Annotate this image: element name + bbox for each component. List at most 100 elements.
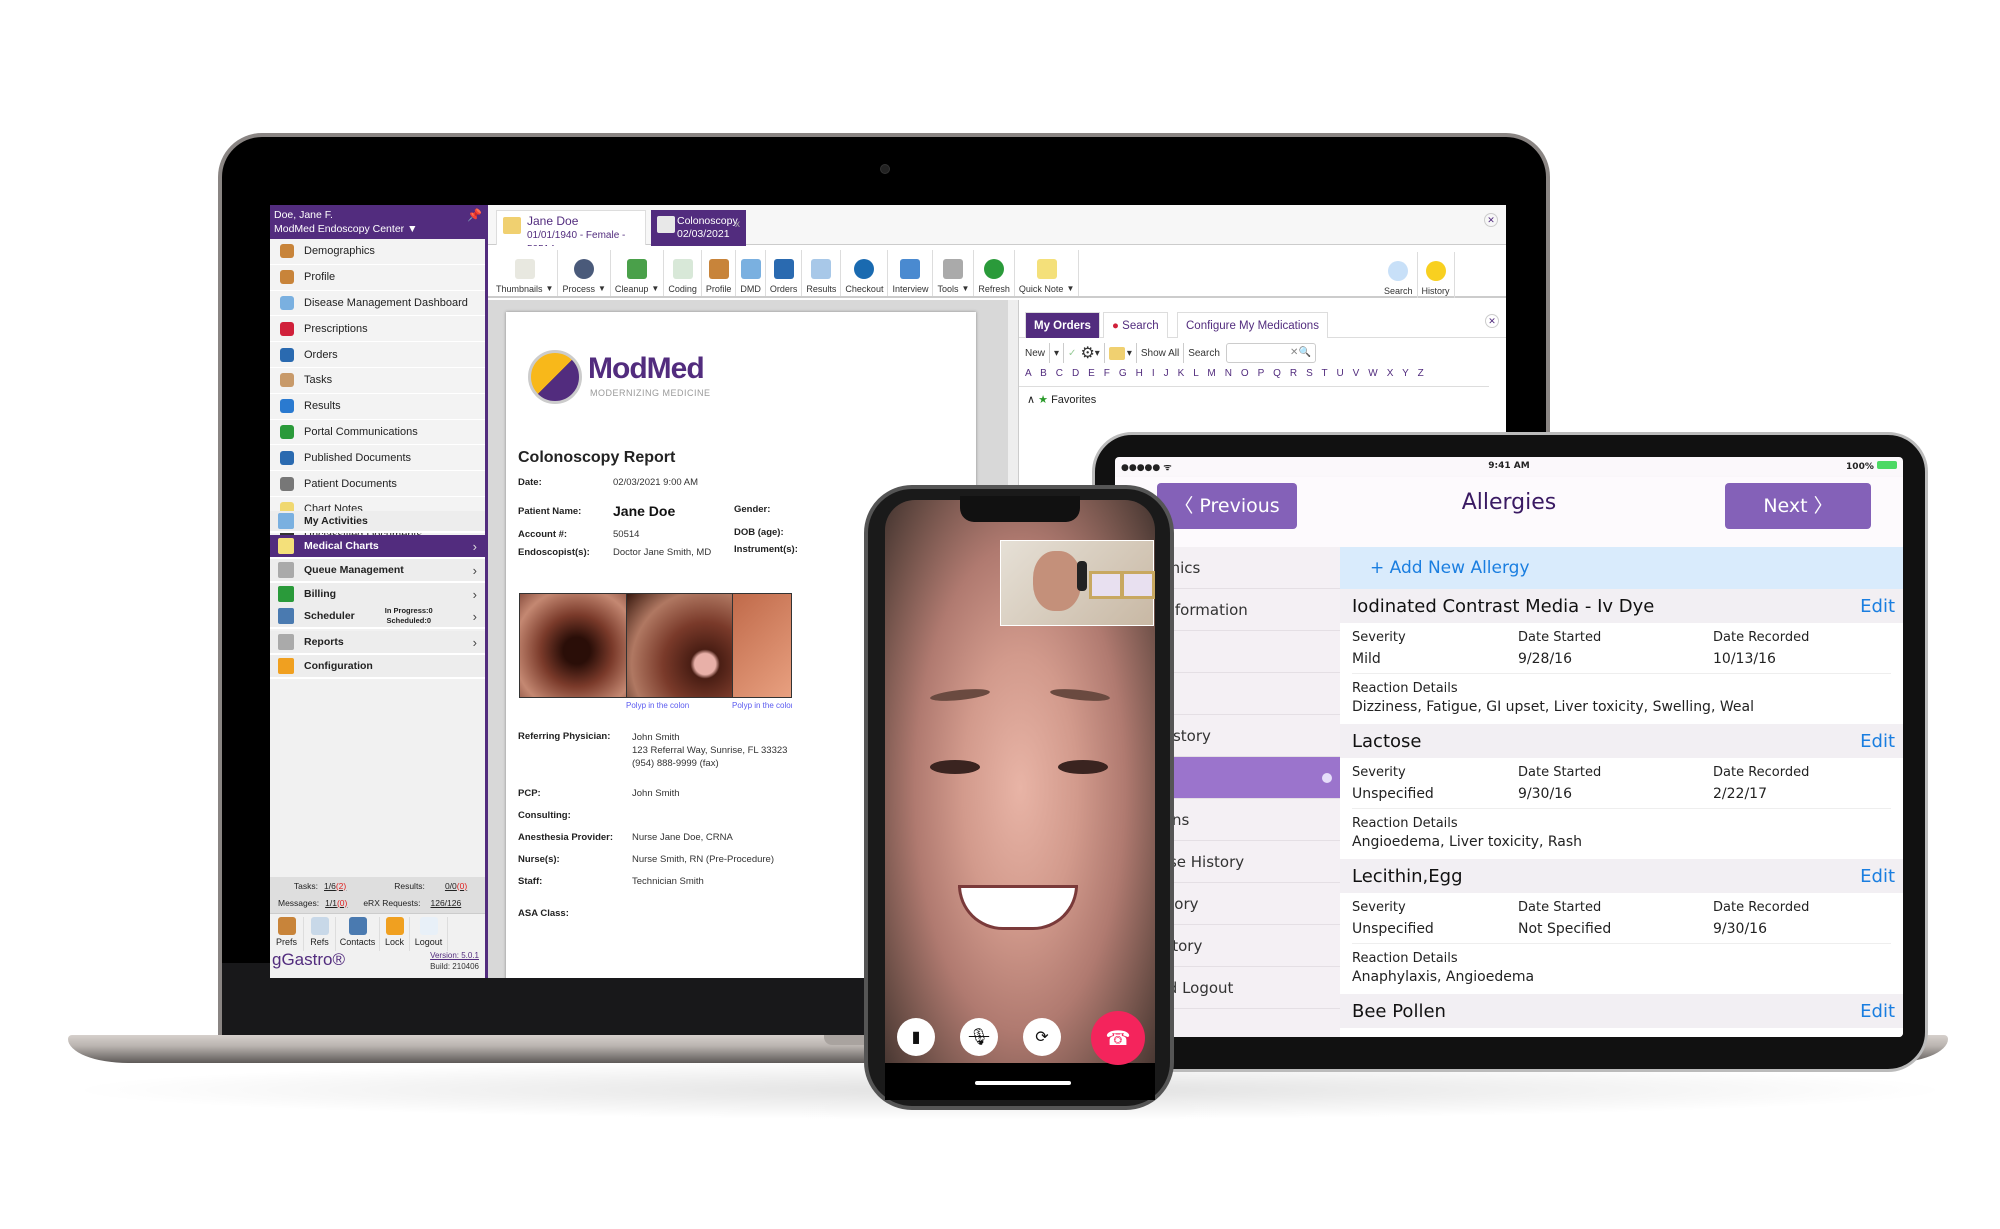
sidebar-item-patient-documents[interactable]: Patient Documents (270, 471, 485, 497)
dropdown-arrow-icon[interactable]: ▾ (1127, 348, 1132, 359)
section-medical-charts[interactable]: Medical Charts › (270, 535, 485, 559)
orders-search-input[interactable]: ✕🔍 (1225, 343, 1316, 363)
end-call-button[interactable]: ☎ (1091, 1011, 1145, 1065)
person-icon (708, 259, 729, 279)
section-billing[interactable]: Billing › (270, 583, 485, 607)
sidebar-item-tasks[interactable]: Tasks (270, 367, 485, 394)
toolbar-orders-button[interactable]: Orders (766, 250, 803, 296)
sidebar-item-published-documents[interactable]: Published Documents (270, 445, 485, 472)
sidebar-item-results[interactable]: Results (270, 393, 485, 420)
search-icon[interactable]: 🔍 (1298, 347, 1310, 358)
sidebar-item-prescriptions[interactable]: Prescriptions (270, 316, 485, 343)
tab-patient[interactable]: Jane Doe 01/01/1940 - Female - 50514 (496, 210, 646, 255)
endoscopy-image[interactable] (732, 593, 792, 698)
contacts-button[interactable]: Contacts (336, 917, 380, 951)
tab-my-orders[interactable]: My Orders (1025, 312, 1100, 338)
modmed-logo: ModMed MODERNIZING MEDICINE (528, 350, 728, 410)
version-link[interactable]: Version: 5.0.1 (430, 951, 479, 960)
tab-colonoscopy[interactable]: Colonoscopy 02/03/2021 x (651, 210, 746, 246)
mute-button[interactable]: 🎙 (960, 1018, 998, 1056)
mute-icon: 🎙 (968, 1027, 990, 1046)
dropdown-arrow-icon[interactable]: ▾ (1054, 348, 1059, 359)
edit-allergy-button[interactable]: Edit (1860, 731, 1895, 752)
battery-icon (1877, 461, 1897, 469)
scheduled-count: Scheduled:0 (386, 616, 432, 625)
sidebar-item-demographics[interactable]: Demographics (270, 239, 485, 265)
sidebar-item-portal-communications[interactable]: Portal Communications (270, 419, 485, 446)
orders-toolbar: New ▾ ✓ ⚙ ▾ ▾ Show All Search ✕🔍 (1019, 340, 1506, 366)
edit-allergy-button[interactable]: Edit (1860, 1001, 1895, 1022)
tasks-link[interactable]: 1/6(2) (324, 881, 346, 891)
wall-picture (1089, 571, 1123, 599)
toolbar-tools-button[interactable]: Tools ▼ (933, 250, 975, 296)
toolbar-search-button[interactable]: Search (1380, 252, 1418, 298)
section-queue-management[interactable]: Queue Management › (270, 559, 485, 583)
previous-button[interactable]: 〈 Previous (1157, 483, 1297, 529)
toolbar-results-button[interactable]: Results (802, 250, 842, 296)
toolbar-quick-note-button[interactable]: Quick Note ▼ (1015, 250, 1080, 296)
toolbar-history-button[interactable]: History (1418, 252, 1455, 298)
toolbar-checkout-button[interactable]: Checkout (841, 250, 889, 296)
sidebar-item-disease-management-dashboard[interactable]: Disease Management Dashboard (270, 290, 485, 317)
dropdown-arrow-icon[interactable]: ▼ (1066, 284, 1074, 294)
dropdown-arrow-icon[interactable]: ▼ (961, 284, 969, 294)
gear-icon[interactable]: ⚙ (1080, 343, 1094, 363)
toolbar-thumbnails-button[interactable]: Thumbnails ▼ (492, 250, 559, 296)
sidebar-item-orders[interactable]: Orders (270, 342, 485, 368)
flashlight-button[interactable]: ▮ (897, 1018, 935, 1056)
headphones (1077, 561, 1087, 591)
messages-link[interactable]: 1/1(0) (325, 898, 347, 908)
tab-search[interactable]: ● Search (1103, 312, 1168, 338)
dropdown-arrow-icon[interactable]: ▼ (598, 284, 606, 294)
check-circle-icon[interactable]: ✓ (1068, 348, 1076, 359)
video-call-self-view[interactable] (1000, 540, 1155, 626)
facility-selector[interactable]: ModMed Endoscopy Center ▼ (274, 222, 484, 236)
favorites-group[interactable]: ∧ ★ Favorites (1019, 386, 1489, 412)
next-button[interactable]: Next 〉 (1725, 483, 1871, 529)
dropdown-arrow-icon[interactable]: ▾ (1095, 348, 1100, 359)
chevron-up-icon[interactable]: ∧ (1027, 394, 1035, 406)
version-info: Version: 5.0.1 Build: 210406 (430, 950, 479, 972)
edit-allergy-button[interactable]: Edit (1860, 866, 1895, 887)
section-configuration[interactable]: Configuration (270, 655, 485, 679)
erx-link[interactable]: 126/126 (431, 898, 462, 908)
status-time: 9:41 AM (1488, 461, 1530, 471)
edit-allergy-button[interactable]: Edit (1860, 596, 1895, 617)
pin-icon[interactable]: 📌 (467, 208, 482, 222)
sidebar-item-profile[interactable]: Profile (270, 264, 485, 291)
lock-button[interactable]: Lock (380, 917, 410, 951)
toolbar-process-button[interactable]: Process ▼ (558, 250, 611, 296)
erx-label: eRX Requests: (363, 897, 421, 908)
prefs-button[interactable]: Prefs (270, 917, 304, 951)
section-reports[interactable]: Reports › (270, 631, 485, 655)
facility-name: ModMed Endoscopy Center (274, 223, 405, 235)
toolbar-refresh-button[interactable]: Refresh (974, 250, 1015, 296)
add-folder-icon[interactable] (1108, 346, 1125, 360)
dropdown-arrow-icon[interactable]: ▼ (651, 284, 659, 294)
clipboard-icon (280, 373, 294, 388)
toolbar-coding-button[interactable]: Coding (664, 250, 702, 296)
alphabet-filter[interactable]: A B C D E F G H I J K L M N O P Q R S T … (1025, 368, 1427, 379)
tab-configure-medications[interactable]: Configure My Medications (1177, 312, 1328, 338)
status-summary: Tasks: 1/6(2) Results: 0/0(0) Messages: … (270, 877, 485, 913)
toolbar-profile-button[interactable]: Profile (702, 250, 737, 296)
add-allergy-button[interactable]: + Add New Allergy (1340, 547, 1903, 589)
close-tab-icon[interactable]: x (735, 218, 740, 231)
patient-header[interactable]: Doe, Jane F. ModMed Endoscopy Center ▼ 📌 (270, 205, 488, 239)
results-link[interactable]: 0/0(0) (445, 881, 467, 891)
section-my-activities[interactable]: My Activities (270, 511, 485, 533)
toolbar-interview-button[interactable]: Interview (888, 250, 934, 296)
dropdown-arrow-icon[interactable]: ▼ (546, 284, 554, 294)
refs-button[interactable]: Refs (304, 917, 336, 951)
close-icon[interactable]: ✕ (1485, 314, 1499, 328)
new-button[interactable]: New (1025, 348, 1045, 359)
home-indicator[interactable] (975, 1081, 1071, 1085)
logout-button[interactable]: Logout (410, 917, 448, 951)
flip-camera-button[interactable]: ⟳ (1023, 1018, 1061, 1056)
toolbar-dmd-button[interactable]: DMD (736, 250, 766, 296)
show-all-button[interactable]: Show All (1141, 348, 1179, 359)
close-icon[interactable]: ✕ (1484, 213, 1498, 227)
chevron-right-icon: 〉 (1813, 495, 1833, 517)
section-scheduler[interactable]: Scheduler In Progress:0 Scheduled:0 › (270, 605, 485, 629)
toolbar-cleanup-button[interactable]: Cleanup ▼ (611, 250, 665, 296)
